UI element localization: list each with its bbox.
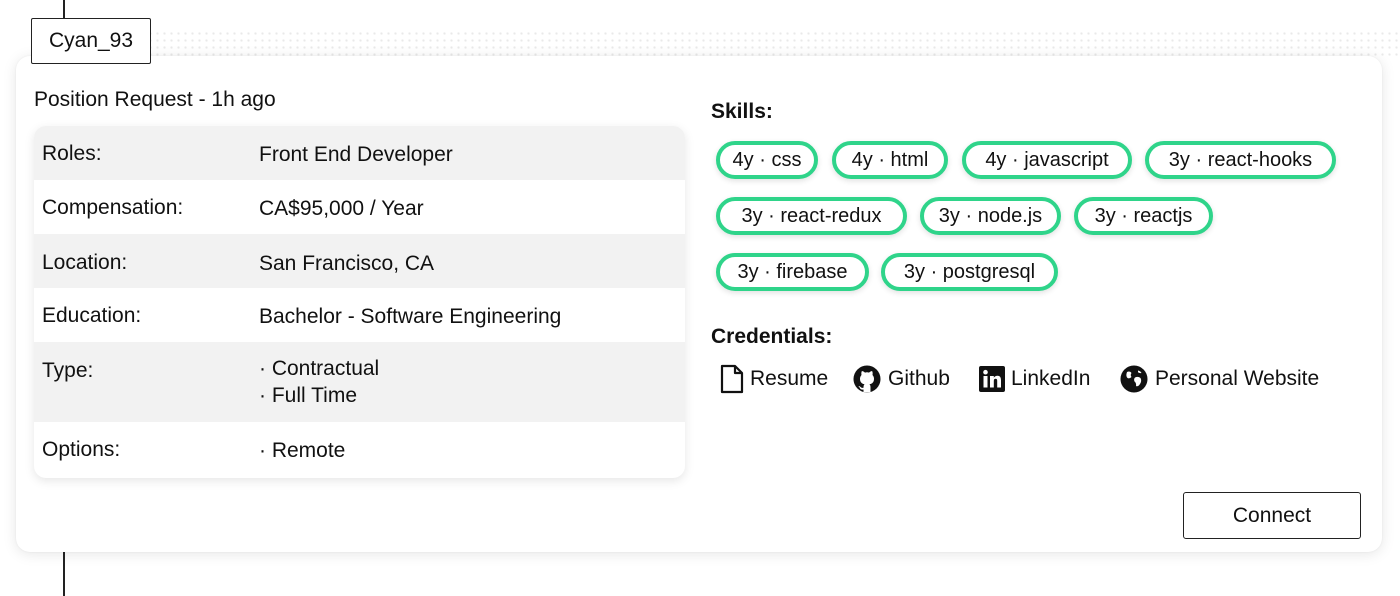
detail-label: Education: (42, 304, 142, 327)
skill-chip[interactable]: 3y · react-hooks (1145, 141, 1336, 179)
github-icon (852, 364, 882, 394)
skill-chip[interactable]: 3y · reactjs (1074, 197, 1213, 235)
skill-chip[interactable]: 3y · node.js (920, 197, 1061, 235)
credential-label: Github (888, 367, 950, 390)
detail-row-options: Options: · Remote (34, 422, 685, 478)
details-table: Roles: Front End Developer Compensation:… (34, 126, 685, 478)
skills-heading: Skills: (711, 100, 773, 123)
detail-label: Roles: (42, 142, 102, 165)
request-heading: Position Request - 1h ago (34, 88, 276, 111)
skill-chip[interactable]: 3y · postgresql (881, 253, 1058, 291)
detail-label: Options: (42, 438, 121, 461)
credential-github[interactable]: Github (852, 364, 950, 394)
detail-row-location: Location: San Francisco, CA (34, 234, 685, 288)
detail-value: Front End Developer (259, 143, 453, 166)
skill-chip[interactable]: 4y · css (716, 141, 818, 179)
skill-chip[interactable]: 3y · react-redux (716, 197, 907, 235)
credential-label: Resume (750, 367, 829, 390)
detail-value: Bachelor - Software Engineering (259, 305, 562, 328)
credential-label: Personal Website (1155, 367, 1320, 390)
connect-button[interactable]: Connect (1183, 492, 1361, 539)
credential-linkedin[interactable]: LinkedIn (979, 364, 1090, 394)
globe-icon (1119, 364, 1149, 394)
username-tag[interactable]: Cyan_93 (31, 18, 151, 64)
credentials-heading: Credentials: (711, 325, 833, 348)
detail-row-type: Type: · Contractual · Full Time (34, 342, 685, 422)
detail-label: Compensation: (42, 196, 184, 219)
detail-value: · Remote (259, 439, 346, 462)
detail-label: Location: (42, 251, 128, 274)
credential-label: LinkedIn (1011, 367, 1091, 390)
skill-chip[interactable]: 4y · html (832, 141, 948, 179)
detail-label: Type: (42, 359, 94, 382)
skill-chip[interactable]: 4y · javascript (962, 141, 1132, 179)
detail-row-education: Education: Bachelor - Software Engineeri… (34, 288, 685, 342)
detail-row-compensation: Compensation: CA$95,000 / Year (34, 180, 685, 234)
skill-chip[interactable]: 3y · firebase (716, 253, 869, 291)
credential-personal-website[interactable]: Personal Website (1119, 364, 1319, 394)
detail-value: San Francisco, CA (259, 252, 435, 275)
dot-pattern-background (70, 30, 1400, 56)
credential-resume[interactable]: Resume (720, 364, 828, 394)
detail-row-roles: Roles: Front End Developer (34, 126, 685, 180)
document-icon (720, 364, 744, 394)
detail-value: · Contractual · Full Time (259, 357, 380, 407)
detail-value: CA$95,000 / Year (259, 197, 424, 220)
linkedin-icon (979, 366, 1005, 392)
